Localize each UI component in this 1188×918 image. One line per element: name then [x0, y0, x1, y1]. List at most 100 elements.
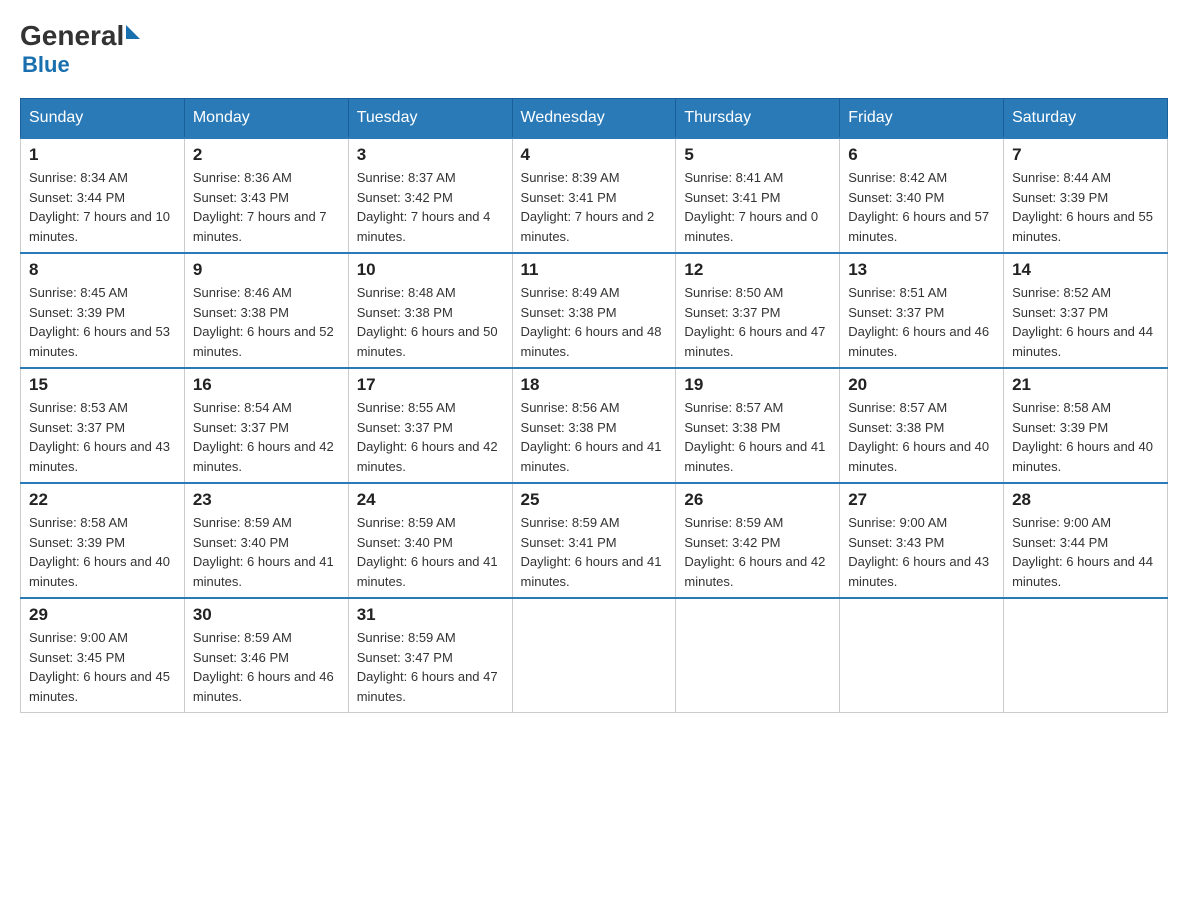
day-number: 2 [193, 145, 340, 165]
day-info: Sunrise: 8:50 AMSunset: 3:37 PMDaylight:… [684, 283, 831, 361]
calendar-day-cell: 15 Sunrise: 8:53 AMSunset: 3:37 PMDayligh… [21, 368, 185, 483]
header-thursday: Thursday [676, 99, 840, 139]
calendar-day-cell: 27 Sunrise: 9:00 AMSunset: 3:43 PMDayligh… [840, 483, 1004, 598]
day-info: Sunrise: 8:39 AMSunset: 3:41 PMDaylight:… [521, 168, 668, 246]
day-number: 16 [193, 375, 340, 395]
day-info: Sunrise: 8:59 AMSunset: 3:46 PMDaylight:… [193, 628, 340, 706]
calendar-day-cell: 5 Sunrise: 8:41 AMSunset: 3:41 PMDaylight… [676, 138, 840, 253]
logo-arrow-icon [126, 25, 140, 39]
day-number: 25 [521, 490, 668, 510]
day-number: 21 [1012, 375, 1159, 395]
day-number: 4 [521, 145, 668, 165]
day-number: 17 [357, 375, 504, 395]
day-number: 9 [193, 260, 340, 280]
day-number: 7 [1012, 145, 1159, 165]
calendar-day-cell: 12 Sunrise: 8:50 AMSunset: 3:37 PMDayligh… [676, 253, 840, 368]
day-info: Sunrise: 8:34 AMSunset: 3:44 PMDaylight:… [29, 168, 176, 246]
calendar-day-cell: 17 Sunrise: 8:55 AMSunset: 3:37 PMDayligh… [348, 368, 512, 483]
day-number: 8 [29, 260, 176, 280]
day-number: 27 [848, 490, 995, 510]
calendar-week-row: 8 Sunrise: 8:45 AMSunset: 3:39 PMDaylight… [21, 253, 1168, 368]
calendar-day-cell: 19Sunrise: 8:57 AMSunset: 3:38 PMDayligh… [676, 368, 840, 483]
calendar-day-cell: 21 Sunrise: 8:58 AMSunset: 3:39 PMDayligh… [1004, 368, 1168, 483]
day-info: Sunrise: 8:53 AMSunset: 3:37 PMDaylight:… [29, 398, 176, 476]
day-info: Sunrise: 8:41 AMSunset: 3:41 PMDaylight:… [684, 168, 831, 246]
calendar-header-row: SundayMondayTuesdayWednesdayThursdayFrid… [21, 99, 1168, 139]
calendar-day-cell: 30 Sunrise: 8:59 AMSunset: 3:46 PMDayligh… [184, 598, 348, 713]
day-info: Sunrise: 8:36 AMSunset: 3:43 PMDaylight:… [193, 168, 340, 246]
day-number: 18 [521, 375, 668, 395]
calendar-day-cell: 7 Sunrise: 8:44 AMSunset: 3:39 PMDaylight… [1004, 138, 1168, 253]
day-number: 1 [29, 145, 176, 165]
header-monday: Monday [184, 99, 348, 139]
calendar-day-cell: 18Sunrise: 8:56 AMSunset: 3:38 PMDayligh… [512, 368, 676, 483]
day-info: Sunrise: 8:49 AMSunset: 3:38 PMDaylight:… [521, 283, 668, 361]
day-number: 29 [29, 605, 176, 625]
day-info: Sunrise: 8:45 AMSunset: 3:39 PMDaylight:… [29, 283, 176, 361]
calendar-week-row: 1 Sunrise: 8:34 AMSunset: 3:44 PMDaylight… [21, 138, 1168, 253]
day-info: Sunrise: 8:42 AMSunset: 3:40 PMDaylight:… [848, 168, 995, 246]
empty-day-cell [676, 598, 840, 713]
calendar-day-cell: 3Sunrise: 8:37 AMSunset: 3:42 PMDaylight… [348, 138, 512, 253]
calendar-day-cell: 31 Sunrise: 8:59 AMSunset: 3:47 PMDayligh… [348, 598, 512, 713]
calendar-day-cell: 13 Sunrise: 8:51 AMSunset: 3:37 PMDayligh… [840, 253, 1004, 368]
day-info: Sunrise: 8:59 AMSunset: 3:41 PMDaylight:… [521, 513, 668, 591]
day-info: Sunrise: 8:37 AMSunset: 3:42 PMDaylight:… [357, 168, 504, 246]
empty-day-cell [1004, 598, 1168, 713]
day-number: 31 [357, 605, 504, 625]
calendar-table: SundayMondayTuesdayWednesdayThursdayFrid… [20, 98, 1168, 713]
calendar-day-cell: 20 Sunrise: 8:57 AMSunset: 3:38 PMDayligh… [840, 368, 1004, 483]
empty-day-cell [840, 598, 1004, 713]
calendar-day-cell: 22Sunrise: 8:58 AMSunset: 3:39 PMDayligh… [21, 483, 185, 598]
calendar-week-row: 15 Sunrise: 8:53 AMSunset: 3:37 PMDayligh… [21, 368, 1168, 483]
calendar-day-cell: 11 Sunrise: 8:49 AMSunset: 3:38 PMDayligh… [512, 253, 676, 368]
calendar-day-cell: 8 Sunrise: 8:45 AMSunset: 3:39 PMDaylight… [21, 253, 185, 368]
day-info: Sunrise: 8:51 AMSunset: 3:37 PMDaylight:… [848, 283, 995, 361]
day-info: Sunrise: 9:00 AMSunset: 3:43 PMDaylight:… [848, 513, 995, 591]
logo-blue: Blue [22, 52, 140, 78]
day-number: 10 [357, 260, 504, 280]
calendar-day-cell: 24 Sunrise: 8:59 AMSunset: 3:40 PMDayligh… [348, 483, 512, 598]
calendar-day-cell: 25 Sunrise: 8:59 AMSunset: 3:41 PMDayligh… [512, 483, 676, 598]
day-number: 14 [1012, 260, 1159, 280]
calendar-day-cell: 6 Sunrise: 8:42 AMSunset: 3:40 PMDaylight… [840, 138, 1004, 253]
day-info: Sunrise: 8:59 AMSunset: 3:40 PMDaylight:… [357, 513, 504, 591]
day-info: Sunrise: 9:00 AMSunset: 3:44 PMDaylight:… [1012, 513, 1159, 591]
day-number: 22 [29, 490, 176, 510]
day-info: Sunrise: 8:48 AMSunset: 3:38 PMDaylight:… [357, 283, 504, 361]
day-info: Sunrise: 8:59 AMSunset: 3:47 PMDaylight:… [357, 628, 504, 706]
calendar-day-cell: 1 Sunrise: 8:34 AMSunset: 3:44 PMDaylight… [21, 138, 185, 253]
calendar-week-row: 22Sunrise: 8:58 AMSunset: 3:39 PMDayligh… [21, 483, 1168, 598]
calendar-day-cell: 10 Sunrise: 8:48 AMSunset: 3:38 PMDayligh… [348, 253, 512, 368]
day-number: 12 [684, 260, 831, 280]
day-number: 15 [29, 375, 176, 395]
day-number: 24 [357, 490, 504, 510]
header-saturday: Saturday [1004, 99, 1168, 139]
day-number: 20 [848, 375, 995, 395]
day-info: Sunrise: 8:55 AMSunset: 3:37 PMDaylight:… [357, 398, 504, 476]
calendar-day-cell: 28Sunrise: 9:00 AMSunset: 3:44 PMDayligh… [1004, 483, 1168, 598]
header-sunday: Sunday [21, 99, 185, 139]
day-number: 23 [193, 490, 340, 510]
day-info: Sunrise: 8:58 AMSunset: 3:39 PMDaylight:… [1012, 398, 1159, 476]
day-number: 26 [684, 490, 831, 510]
day-number: 30 [193, 605, 340, 625]
calendar-day-cell: 2 Sunrise: 8:36 AMSunset: 3:43 PMDaylight… [184, 138, 348, 253]
day-number: 13 [848, 260, 995, 280]
day-info: Sunrise: 8:57 AMSunset: 3:38 PMDaylight:… [848, 398, 995, 476]
header-tuesday: Tuesday [348, 99, 512, 139]
day-info: Sunrise: 8:57 AMSunset: 3:38 PMDaylight:… [684, 398, 831, 476]
calendar-day-cell: 23Sunrise: 8:59 AMSunset: 3:40 PMDayligh… [184, 483, 348, 598]
logo-general: General [20, 20, 124, 52]
day-info: Sunrise: 9:00 AMSunset: 3:45 PMDaylight:… [29, 628, 176, 706]
day-info: Sunrise: 8:44 AMSunset: 3:39 PMDaylight:… [1012, 168, 1159, 246]
header-friday: Friday [840, 99, 1004, 139]
calendar-day-cell: 29 Sunrise: 9:00 AMSunset: 3:45 PMDayligh… [21, 598, 185, 713]
logo: General Blue [20, 20, 140, 78]
calendar-week-row: 29 Sunrise: 9:00 AMSunset: 3:45 PMDayligh… [21, 598, 1168, 713]
day-number: 11 [521, 260, 668, 280]
day-number: 5 [684, 145, 831, 165]
day-number: 6 [848, 145, 995, 165]
calendar-day-cell: 9Sunrise: 8:46 AMSunset: 3:38 PMDaylight… [184, 253, 348, 368]
calendar-day-cell: 14Sunrise: 8:52 AMSunset: 3:37 PMDayligh… [1004, 253, 1168, 368]
